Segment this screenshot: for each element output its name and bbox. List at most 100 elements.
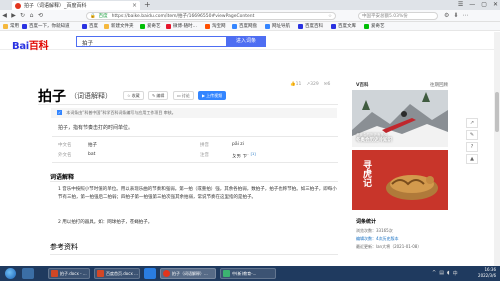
bookmark-item[interactable]: 常用 [3,23,19,29]
edit-button[interactable]: ✎ 编辑 [148,91,169,100]
minimize-button[interactable]: — [469,0,475,10]
bookmark-item[interactable]: 新建文件夹 [104,23,134,29]
star-icon: ☆ [127,93,131,98]
references-heading: 参考资料 [50,243,78,251]
discuss-button[interactable]: ▭ 讨论 [173,91,194,100]
bookmark-item[interactable]: 百度一下，你就知道 [22,23,70,29]
maximize-button[interactable]: ▢ [481,0,487,10]
last-updated: 最近更新：lan大将（2021-01-08） [356,244,422,249]
card-caption: 冬奥会的历史有多久 冬奥会历史冷知识 [356,133,392,143]
taskbar-item[interactable]: 拍子.docx - ... [48,268,90,279]
info-key: 外文名 [58,153,72,158]
bookmark-item[interactable]: 百度百科 [298,23,323,29]
search-input[interactable]: 拍子 [76,36,226,47]
edit-icon[interactable]: ✎ [466,130,478,140]
share-icon[interactable]: ↗ [466,118,478,128]
tab-strip: 拍子（词语解释）_百度百科 × + ☰ — ▢ ✕ [0,0,500,10]
view-count: 浏览次数：33165次 [356,228,393,233]
bookmarks-bar: 常用 百度一下，你就知道 百度 新建文件夹 爱奇艺 微博-随时... 淘宝网 百… [0,22,500,31]
more-icon[interactable]: ⋯ [462,12,468,19]
bookmark-item[interactable]: 百度 [82,23,98,29]
entry-title-row: 拍子 （词语解释） [38,86,112,106]
divider [50,181,338,182]
chevron-up-icon[interactable]: ^ [432,270,436,277]
info-value: pāi zi [232,142,244,147]
address-toolbar: ◀ ▶ ↻ ⌂ ⟲ 🔒 百度 https://baike.baidu.com/i… [0,10,500,22]
url-bar[interactable]: 🔒 百度 https://baike.baidu.com/item/拍子/166… [86,12,336,20]
page-title: 拍子 [38,89,66,105]
enter-entry-button[interactable]: 进入词条 [226,36,266,47]
bookmark-item[interactable]: 微博-随时... [166,23,197,29]
paragraph-2: 2 用以拍打的器具。如：网球拍子，苍蝇拍子。 [58,220,153,225]
new-tab-button[interactable]: + [144,1,151,9]
back-to-top-icon[interactable]: ▲ [466,154,478,164]
extension-icon[interactable]: ⚙ [444,12,449,19]
divider [50,254,338,255]
windows-taskbar: 拍子.docx - ... 百度首页.docx ... 拍子（词语解释）... … [0,266,500,281]
share-count[interactable]: ↗329 [306,82,318,87]
scrollbar-thumb[interactable] [495,92,499,132]
home-icon[interactable]: ⌂ [27,12,36,19]
like-count[interactable]: 👍11 [290,82,301,87]
baike-header: Bai百科 拍子 进入词条 [0,32,500,52]
info-key: 拼音 [200,143,209,148]
forward-icon[interactable]: ▶ [9,12,18,19]
reference-link[interactable]: [1] [251,152,256,156]
review-notice: ✓ 本词条由“科普中国”科学百科词条编写与应用工作项目 审核。 [51,108,337,118]
bookmark-item[interactable]: 百度文库 [331,23,356,29]
download-icon[interactable]: ⬇ [453,12,458,19]
entry-summary: 拍子，指有节奏击打的时间单位。 [58,125,134,131]
start-button[interactable] [5,268,16,279]
upload-video-button[interactable]: ▶ 上传视频 [198,91,227,100]
feature-card-winter-olympics[interactable]: 冬奥会的历史有多久 冬奥会历史冷知识 [352,90,448,147]
paragraph-1: 1 音乐中按照小节时值的单位。用以表现乐曲的节奏和强弱。第一拍（或重拍）强，其余… [58,187,337,200]
info-value: bat [88,152,96,157]
past-issues-link[interactable]: 往期回顾 [430,82,448,88]
ime-icon[interactable]: 中 [453,270,458,277]
close-tab-icon[interactable]: × [132,2,137,9]
info-value: ㄆㄞ ㄗ˙ [1] [232,152,256,160]
bookmark-item[interactable]: 百度网盘 [232,23,257,29]
divider [38,104,338,105]
check-icon: ✓ [57,110,62,115]
back-icon[interactable]: ◀ [0,12,9,19]
clock[interactable]: 16:36 2022/3/6 [478,267,496,279]
taskbar-item[interactable]: 百度首页.docx ... [94,268,140,279]
taskbar-item[interactable]: 中(新)教育-... [220,268,276,279]
taskbar-item-active[interactable]: 拍子（词语解释）... [160,268,216,279]
pencil-icon: ✎ [152,93,156,98]
page-subtitle: （词语解释） [70,92,112,100]
history-icon[interactable]: ⟲ [36,12,45,19]
baike-logo[interactable]: Bai百科 [12,37,49,52]
bookmark-item[interactable]: 淘宝网 [205,23,226,29]
divider [52,136,338,137]
bookmark-item[interactable]: 网址导航 [265,23,290,29]
baidu-favicon-icon [15,2,21,9]
feature-card-tiger[interactable]: 寻虎记 [352,150,448,210]
pinned-app-icon[interactable] [22,268,34,279]
comment-count[interactable]: ✉6 [324,82,331,87]
volume-icon[interactable]: ◖ [447,270,450,277]
refresh-icon[interactable]: ↻ [18,12,27,19]
sidebar-header: V百科 往期回顾 [356,82,448,88]
favorite-button[interactable]: ☆ 收藏 [123,91,144,100]
pinned-app-icon[interactable] [144,268,156,279]
bookmark-star-icon[interactable]: ☆ [328,14,332,19]
menu-button[interactable]: ☰ [458,0,463,10]
close-window-button[interactable]: ✕ [493,0,498,10]
window-controls: ☰ — ▢ ✕ [458,0,498,10]
browser-search-box[interactable]: 中国平安总额5.03%份 [358,12,438,20]
vbaike-brand: V百科 [356,83,369,88]
edit-count: 编辑次数：4次历史版本 [356,236,399,241]
page-scrollbar[interactable] [494,32,500,266]
security-label: 百度 [98,14,108,19]
browser-tools: ⚙ ⬇ ⋯ [444,12,468,19]
entry-statistics-heading: 词条统计 [356,219,377,225]
chat-icon: ▭ [177,93,181,98]
bookmark-item[interactable]: 爱奇艺 [364,23,385,29]
browser-tab[interactable]: 拍子（词语解释）_百度百科 × [12,1,140,10]
network-icon[interactable]: ▤ [439,270,444,277]
bookmark-item[interactable]: 爱奇艺 [140,23,161,29]
tab-title: 拍子（词语解释）_百度百科 [24,3,87,9]
feedback-icon[interactable]: ? [466,142,478,152]
